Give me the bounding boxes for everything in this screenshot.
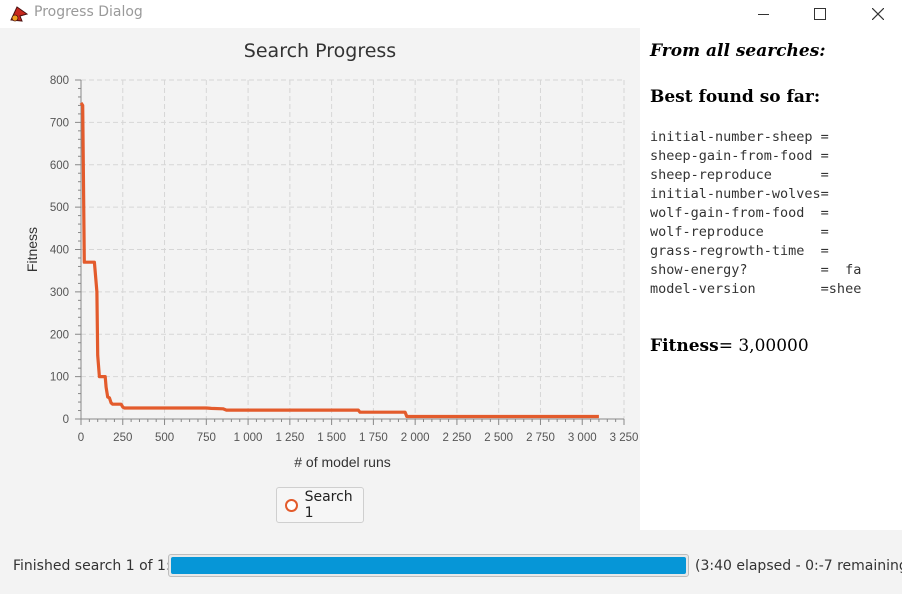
x-axis-label: # of model runs	[294, 454, 391, 470]
fitness-result: Fitness= 3,00000	[650, 336, 809, 356]
dialog-content: Search Progress 0 250 500 750 1 000 1 250 1 50…	[0, 28, 902, 594]
parameter-line: model-version =shee	[650, 281, 862, 297]
series-line-1	[79, 102, 599, 419]
status-label: Finished search 1 of 1:	[13, 558, 171, 574]
x-tick-label: 2 500	[484, 432, 513, 444]
chart-pane: Search Progress 0 250 500 750 1 000 1 250 1 50…	[0, 28, 640, 540]
y-tick-label: 600	[50, 160, 69, 172]
best-heading: Best found so far:	[650, 87, 821, 107]
x-tick-label: 3 000	[568, 432, 597, 444]
parameter-line: initial-number-wolves=	[650, 186, 829, 202]
parameter-line: initial-number-sheep =	[650, 129, 829, 145]
x-tick-label: 1 250	[275, 432, 304, 444]
progress-fill	[171, 557, 686, 574]
close-icon	[872, 8, 884, 20]
x-tick-label: 750	[197, 432, 216, 444]
legend-item-search-1[interactable]: Search 1	[276, 487, 364, 523]
search-progress-bar	[168, 554, 689, 577]
parameter-line: show-energy? = fa	[650, 262, 862, 278]
x-tick-label: 500	[155, 432, 174, 444]
x-tick-label: 0	[78, 432, 84, 444]
y-axis-label: Fitness	[24, 227, 40, 272]
maximize-icon	[814, 8, 826, 20]
x-tick-label: 250	[113, 432, 132, 444]
maximize-button[interactable]	[797, 0, 843, 28]
y-tick-label: 0	[63, 414, 69, 426]
y-tick-label: 500	[50, 202, 69, 214]
y-tick-label: 400	[50, 245, 69, 257]
y-tick-label: 100	[50, 372, 69, 384]
y-tick-label: 800	[50, 75, 69, 87]
fitness-label: Fitness	[650, 336, 719, 356]
results-heading: From all searches:	[650, 41, 826, 61]
x-tick-label: 2 250	[443, 432, 472, 444]
parameter-line: sheep-gain-from-food =	[650, 148, 829, 164]
window-title: Progress Dialog	[34, 4, 143, 20]
x-tick-label: 1 750	[359, 432, 388, 444]
parameter-line: sheep-reproduce =	[650, 167, 829, 183]
x-tick-label: 3 250	[610, 432, 639, 444]
title-bar: Progress Dialog	[0, 0, 902, 28]
fitness-value: = 3,00000	[718, 336, 809, 356]
x-tick-label: 2 750	[526, 432, 555, 444]
parameter-line: grass-regrowth-time =	[650, 243, 829, 259]
elapsed-time: (3:40 elapsed - 0:-7 remaining)	[695, 558, 902, 574]
x-tick-label: 2 000	[401, 432, 430, 444]
minimize-button[interactable]	[740, 0, 786, 28]
parameter-line: wolf-reproduce =	[650, 224, 829, 240]
netlogo-turtle-icon	[10, 6, 29, 22]
parameter-line: wolf-gain-from-food =	[650, 205, 829, 221]
y-tick-label: 200	[50, 329, 69, 341]
x-tick-label: 1 000	[234, 432, 263, 444]
x-tick-label: 1 500	[317, 432, 346, 444]
minimize-icon	[757, 13, 769, 15]
y-tick-label: 300	[50, 287, 69, 299]
legend-label: Search 1	[304, 489, 353, 521]
close-button[interactable]	[855, 0, 901, 28]
legend-circle-icon	[285, 498, 298, 512]
fitness-chart: 0 250 500 750 1 000 1 250 1 500 1 750 2 000 2 250…	[24, 75, 639, 470]
results-pane: From all searches: Best found so far: in…	[640, 28, 902, 530]
parameter-list: initial-number-sheep = sheep-gain-from-fo…	[650, 128, 861, 299]
y-tick-label: 700	[50, 117, 69, 129]
